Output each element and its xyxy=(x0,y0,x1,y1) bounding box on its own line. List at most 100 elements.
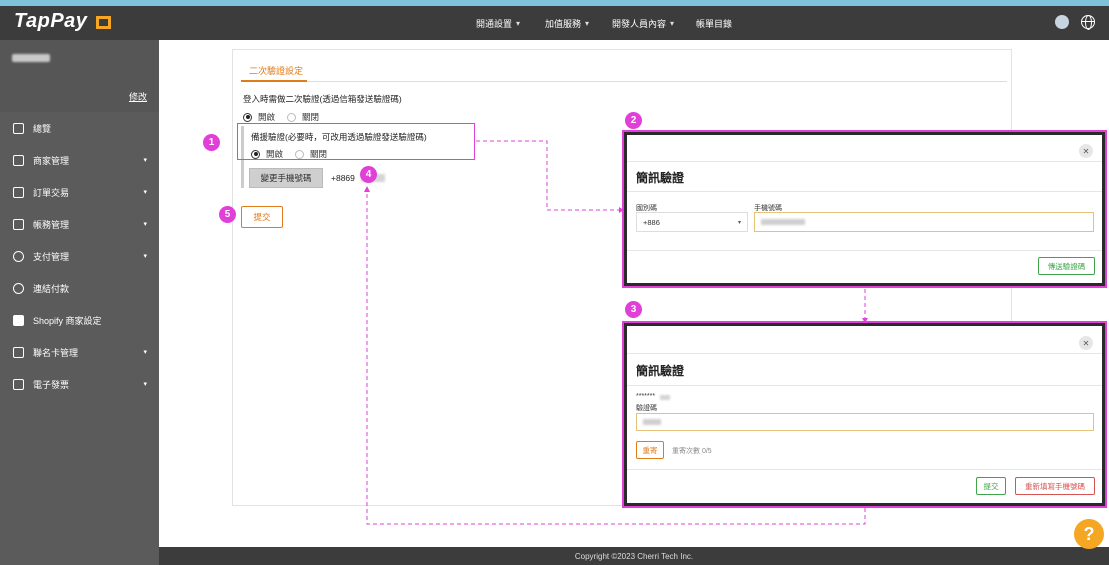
sidebar-item-label: 商家管理 xyxy=(33,155,70,166)
annotation-badge-1: 1 xyxy=(203,134,220,151)
masked-phone-blurred xyxy=(660,395,670,400)
sidebar-item-einvoice[interactable]: 電子發票 ▾ xyxy=(0,368,159,400)
bank-icon xyxy=(13,218,24,230)
sidebar-item-payment-link[interactable]: 連結付款 xyxy=(0,272,159,304)
annotation-badge-3: 3 xyxy=(625,301,642,318)
orders-icon xyxy=(13,186,24,198)
modal-submit-button[interactable]: 提交 xyxy=(976,477,1006,495)
two-factor-question: 登入時需做二次驗證(透過信箱發送驗證碼) xyxy=(243,94,402,104)
send-code-button[interactable]: 傳送驗證碼 xyxy=(1038,257,1095,275)
logo-square-icon xyxy=(96,16,111,29)
annotation-badge-5: 5 xyxy=(219,206,236,223)
sidebar-item-label: 總覽 xyxy=(33,123,52,134)
chevron-down-icon: ▾ xyxy=(670,18,675,28)
store-icon xyxy=(13,154,24,166)
modal-header-divider xyxy=(627,353,1102,354)
sms-verify-modal: ✕ 簡訊驗證 國別碼 +886 ▾ 手機號碼 傳送驗證碼 xyxy=(622,130,1107,288)
sidebar-item-label: 支付管理 xyxy=(33,251,70,262)
sidebar-item-label: 連結付款 xyxy=(33,283,70,294)
sidebar-item-cobrand-card[interactable]: 聯名卡管理 ▾ xyxy=(0,336,159,368)
modal-footer-divider xyxy=(627,469,1102,470)
sidebar-item-merchant[interactable]: 商家管理 ▾ xyxy=(0,144,159,176)
topnav-billing[interactable]: 帳單目錄 xyxy=(696,6,732,40)
radio-label: 關閉 xyxy=(302,112,320,122)
sidebar-item-overview[interactable]: 總覽 xyxy=(0,112,159,144)
merchant-name-blurred xyxy=(12,54,50,62)
annotation-badge-4: 4 xyxy=(360,166,377,183)
topnav-label: 開通設置 xyxy=(476,18,513,29)
copyright-text: Copyright ©2023 Cherri Tech Inc. xyxy=(574,551,694,561)
card-icon xyxy=(13,346,24,358)
sidebar-item-label: Shopify 商家設定 xyxy=(33,315,102,326)
modal-footer-divider xyxy=(627,250,1102,251)
radio-disable[interactable] xyxy=(287,112,297,122)
sidebar-item-shopify[interactable]: Shopify 商家設定 xyxy=(0,304,159,336)
code-input[interactable] xyxy=(636,413,1094,431)
close-icon[interactable]: ✕ xyxy=(1079,144,1093,158)
code-value-blurred xyxy=(643,419,661,425)
invoice-icon xyxy=(13,378,24,390)
code-label: 驗證碼 xyxy=(636,405,657,412)
change-phone-button[interactable]: 變更手機號碼 xyxy=(249,168,323,188)
masked-phone: ******* xyxy=(636,393,656,400)
chevron-down-icon: ▾ xyxy=(143,189,147,196)
annotation-box-backup xyxy=(237,123,475,160)
chevron-down-icon: ▾ xyxy=(143,381,147,388)
topnav-value-added[interactable]: 加值服務 ▾ xyxy=(545,6,589,40)
chevron-down-icon: ▾ xyxy=(143,221,147,228)
chevron-down-icon: ▾ xyxy=(143,349,147,356)
edit-link[interactable]: 修改 xyxy=(129,90,147,103)
chevron-down-icon: ▾ xyxy=(143,253,147,260)
reenter-phone-button[interactable]: 重新填寫手機號碼 xyxy=(1015,477,1095,495)
tab-underline xyxy=(241,80,307,82)
modal-title: 簡訊驗證 xyxy=(636,171,685,185)
topnav-label: 加值服務 xyxy=(545,18,582,29)
tab-two-factor[interactable]: 二次驗證設定 xyxy=(249,64,303,77)
code-verify-modal: ✕ 簡訊驗證 ******* 驗證碼 重寄 重寄次數 0/5 提交 重新填寫手機… xyxy=(622,321,1107,508)
sidebar-item-payment[interactable]: 支付管理 ▾ xyxy=(0,240,159,272)
phone-number-prefix: +8869 xyxy=(331,173,355,183)
sidebar: 修改 總覽 商家管理 ▾ 訂單交易 ▾ 帳務管理 ▾ 支付管理 ▾ 連結付款 Shopi… xyxy=(0,40,159,565)
chevron-down-icon: ▾ xyxy=(737,219,741,226)
grid-icon xyxy=(13,122,24,134)
sidebar-user: 修改 xyxy=(0,40,159,112)
sidebar-item-label: 聯名卡管理 xyxy=(33,347,79,358)
payment-icon xyxy=(13,250,24,262)
shopify-icon xyxy=(13,314,24,326)
country-code-value: +886 xyxy=(643,217,660,227)
topnav-setup[interactable]: 開通設置 ▾ xyxy=(476,6,520,40)
resend-button[interactable]: 重寄 xyxy=(636,441,664,459)
footer: Copyright ©2023 Cherri Tech Inc. xyxy=(159,547,1109,565)
modal-header-divider xyxy=(627,161,1102,162)
chevron-down-icon: ▾ xyxy=(516,18,521,28)
country-code-select[interactable]: +886 ▾ xyxy=(636,212,748,232)
annotation-badge-2: 2 xyxy=(625,112,642,129)
sidebar-item-accounting[interactable]: 帳務管理 ▾ xyxy=(0,208,159,240)
modal-title: 簡訊驗證 xyxy=(636,364,685,378)
sidebar-item-orders[interactable]: 訂單交易 ▾ xyxy=(0,176,159,208)
sidebar-item-label: 訂單交易 xyxy=(33,187,70,198)
radio-label: 開啟 xyxy=(258,112,276,122)
globe-icon[interactable] xyxy=(1081,15,1095,30)
sidebar-item-label: 帳務管理 xyxy=(33,219,70,230)
link-icon xyxy=(13,282,24,294)
resend-count: 重寄次數 0/5 xyxy=(672,448,712,455)
modal-divider xyxy=(627,385,1102,386)
tappay-logo[interactable]: TapPay xyxy=(14,10,87,33)
topnav-label: 開發人員內容 xyxy=(612,18,667,29)
close-icon[interactable]: ✕ xyxy=(1079,336,1093,350)
topnav-label: 帳單目錄 xyxy=(696,18,733,29)
tab-divider xyxy=(241,81,1007,82)
chevron-down-icon: ▾ xyxy=(585,18,590,28)
chevron-down-icon: ▾ xyxy=(143,157,147,164)
two-factor-options: 開啟 關閉 xyxy=(243,111,319,123)
user-avatar-icon[interactable] xyxy=(1055,15,1069,29)
submit-button[interactable]: 提交 xyxy=(241,206,283,228)
radio-enable[interactable] xyxy=(243,112,252,122)
topnav-developer[interactable]: 開發人員內容 ▾ xyxy=(612,6,674,40)
phone-value-blurred xyxy=(761,219,805,225)
modal-divider xyxy=(627,191,1102,192)
help-button[interactable]: ? xyxy=(1074,519,1104,549)
top-navbar: TapPay 開通設置 ▾ 加值服務 ▾ 開發人員內容 ▾ 帳單目錄 xyxy=(0,6,1109,40)
phone-input[interactable] xyxy=(754,212,1094,232)
